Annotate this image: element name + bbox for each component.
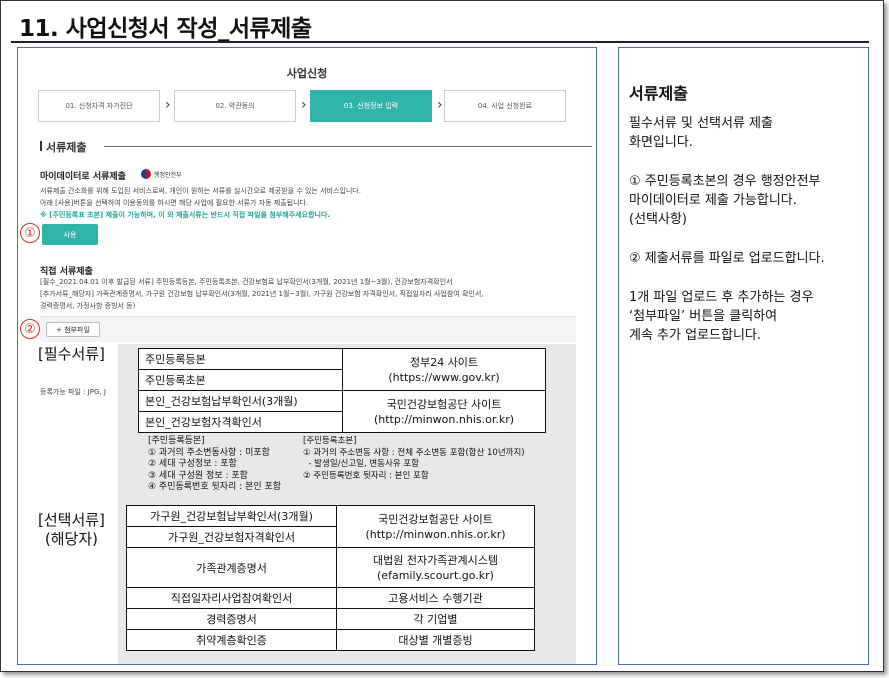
note-line: - 발생일/신고일, 변동사유 포함 bbox=[303, 459, 419, 469]
note-line: ④ 주민등록번호 뒷자리 : 본인 포함 bbox=[148, 482, 282, 492]
note-line: [주민등록초본] bbox=[303, 436, 357, 446]
opt-source-1: 국민건강보험공단 사이트 (http://minwon.nhis.or.kr) bbox=[336, 505, 535, 548]
req-source-2: 국민건강보험공단 사이트 (http://minwon.nhis.or.kr) bbox=[342, 390, 546, 433]
slide: 11. 사업신청서 작성_서류제출 사업신청 01. 신청자격 자가진단 › 0… bbox=[0, 0, 884, 672]
notes-resident-abstract: [주민등록초본] ① 과거의 주소변동 사항 : 전체 주소변동 포함(합산 1… bbox=[303, 436, 525, 482]
text-line: (선택사항) bbox=[629, 212, 687, 227]
explanation-para-2: ① 주민등록초본의 경우 행정안전부 마이데이터로 제출 가능합니다. (선택사… bbox=[629, 172, 821, 229]
step-1: 01. 신청자격 자가진단 bbox=[38, 90, 160, 122]
page-title: 11. 사업신청서 작성_서류제출 bbox=[19, 16, 312, 42]
explanation-para-1: 필수서류 및 선택서류 제출 화면입니다. bbox=[629, 114, 773, 152]
opt-source-6: 각 기업별 bbox=[336, 608, 535, 630]
step-indicator: 01. 신청자격 자가진단 › 02. 약관동의 › 03. 신청정보 입력 ›… bbox=[38, 90, 578, 122]
marker-1: ① bbox=[20, 223, 40, 243]
step-4: 04. 사업 신청완료 bbox=[444, 90, 566, 122]
opt-doc-5: 직접일자리사업참여확인서 bbox=[126, 587, 337, 609]
optional-label-line: (해당자) bbox=[44, 530, 98, 548]
step-3-active: 03. 신청정보 입력 bbox=[310, 90, 432, 122]
explanation-panel: 서류제출 필수서류 및 선택서류 제출 화면입니다. ① 주민등록초본의 경우 … bbox=[618, 47, 869, 665]
opt-source-7: 대상별 개별증빙 bbox=[336, 629, 535, 651]
marker-2: ② bbox=[20, 319, 40, 339]
direct-desc-2: [추가서류_해당자] 가족관계증명서, 가구원 건강보험 납부확인서(3개월, … bbox=[40, 290, 484, 298]
optional-table: 가구원_건강보험납부확인서(3개월) 국민건강보험공단 사이트 (http://… bbox=[126, 505, 535, 651]
text-line: 마이데이터로 제출 가능합니다. bbox=[629, 193, 797, 208]
chevron-right-icon: › bbox=[301, 97, 307, 113]
source-name: 국민건강보험공단 사이트 bbox=[378, 512, 493, 526]
optional-label-line: [선택서류] bbox=[38, 511, 105, 529]
text-line: ‘첨부파일’ 버튼을 클릭하여 bbox=[629, 309, 778, 324]
chevron-right-icon: › bbox=[165, 97, 171, 113]
opt-doc-3: 가족관계증명서 bbox=[126, 547, 337, 588]
opt-source-5: 고용서비스 수행기관 bbox=[336, 587, 535, 609]
text-line: 화면입니다. bbox=[629, 135, 693, 150]
section-divider bbox=[104, 146, 592, 147]
chevron-right-icon: › bbox=[437, 97, 443, 113]
upload-note: 등록가능 파일 : JPG, J bbox=[40, 388, 106, 396]
mydata-title: 마이데이터로 서류제출 bbox=[40, 172, 126, 182]
source-url: (http://minwon.nhis.or.kr) bbox=[373, 412, 515, 426]
mydata-desc-2: 아래 [사용]버튼을 선택하여 이용동의를 하시면 해당 사업에 필요한 서류가… bbox=[40, 199, 309, 207]
text-line: 1개 파일 업로드 후 추가하는 경우 bbox=[629, 290, 814, 305]
explanation-para-3: ② 제출서류를 파일로 업로드합니다. bbox=[629, 249, 825, 268]
mydata-desc-1: 서류제출 간소화를 위해 도입된 서비스로써, 개인이 원하는 서류를 실시간으… bbox=[40, 187, 361, 195]
section-title: 서류제출 bbox=[46, 141, 87, 154]
notes-resident-copy: [주민등록등본] ① 과거의 주소변동사항 : 미포함 ② 세대 구성정보 : … bbox=[148, 436, 281, 494]
direct-title: 직접 서류제출 bbox=[40, 267, 93, 277]
req-doc-3: 본인_건강보험납부확인서(3개월) bbox=[138, 390, 343, 412]
note-line: ① 과거의 주소변동 사항 : 전체 주소변동 포함(합산 10년까지) bbox=[303, 447, 525, 458]
source-url: (http://minwon.nhis.or.kr) bbox=[365, 527, 506, 541]
note-line: ③ 세대 구성원 정보 : 포함 bbox=[148, 470, 248, 481]
text-line: 계속 추가 업로드합니다. bbox=[629, 328, 761, 343]
required-table: 주민등록등본 정부24 사이트 (https://www.gov.kr) 주민등… bbox=[138, 348, 546, 433]
req-source-1: 정부24 사이트 (https://www.gov.kr) bbox=[342, 348, 546, 391]
req-doc-1: 주민등록등본 bbox=[138, 348, 343, 370]
opt-doc-7: 취약계층확인증 bbox=[126, 629, 337, 651]
source-url: (efamily.scourt.go.kr) bbox=[377, 568, 494, 582]
text-line: ② 제출서류를 파일로 업로드합니다. bbox=[629, 251, 825, 266]
source-name: 정부24 사이트 bbox=[409, 355, 479, 369]
text-line: 필수서류 및 선택서류 제출 bbox=[629, 116, 773, 131]
attach-file-button[interactable]: + 첨부파일 bbox=[46, 322, 100, 337]
direct-desc-1: [필수_2021.04.01 이후 발급된 서류] 주민등록등본, 주민등록초본… bbox=[40, 278, 453, 286]
opt-doc-2: 가구원_건강보험자격확인서 bbox=[126, 526, 337, 548]
source-name: 국민건강보험공단 사이트 bbox=[386, 397, 502, 411]
apply-title: 사업신청 bbox=[286, 67, 328, 80]
screenshot-panel: 사업신청 01. 신청자격 자가진단 › 02. 약관동의 › 03. 신청정보… bbox=[17, 47, 597, 665]
gov-label: 행정안전부 bbox=[154, 172, 182, 179]
note-line: ① 과거의 주소변동사항 : 미포함 bbox=[148, 447, 270, 458]
use-button[interactable]: 사용 bbox=[42, 224, 98, 245]
explanation-para-4: 1개 파일 업로드 후 추가하는 경우 ‘첨부파일’ 버튼을 클릭하여 계속 추… bbox=[629, 288, 813, 345]
gov-emblem-icon bbox=[141, 169, 151, 179]
explanation-title: 서류제출 bbox=[629, 84, 688, 103]
note-line: ② 세대 구성정보 : 포함 bbox=[148, 459, 237, 469]
source-url: (https://www.gov.kr) bbox=[388, 370, 500, 384]
section-marker bbox=[40, 141, 42, 151]
req-doc-2: 주민등록초본 bbox=[138, 369, 343, 391]
opt-source-3: 대법원 전자가족관계시스템 (efamily.scourt.go.kr) bbox=[336, 547, 535, 588]
req-doc-4: 본인_건강보험자격확인서 bbox=[138, 411, 343, 433]
opt-doc-1: 가구원_건강보험납부확인서(3개월) bbox=[126, 505, 337, 527]
note-line: ② 주민등록번호 뒷자리 : 본인 포함 bbox=[303, 470, 429, 481]
step-2: 02. 약관동의 bbox=[174, 90, 296, 122]
optional-label: [선택서류] (해당자) bbox=[38, 511, 105, 549]
attach-area bbox=[40, 316, 576, 342]
text-line: ① 주민등록초본의 경우 행정안전부 bbox=[629, 174, 821, 189]
required-label: [필수서류] bbox=[38, 345, 105, 363]
mydata-desc-3: ※ [주민등록표 초본] 제출이 가능하며, 이 외 제출서류는 반드시 직접 … bbox=[40, 211, 331, 219]
source-name: 대법원 전자가족관계시스템 bbox=[373, 553, 498, 567]
title-divider bbox=[11, 41, 869, 43]
direct-desc-3: 경력증명서, 가정사항 증빙서 등) bbox=[40, 302, 136, 310]
note-line: [주민등록등본] bbox=[148, 436, 205, 446]
opt-doc-6: 경력증명서 bbox=[126, 608, 337, 630]
